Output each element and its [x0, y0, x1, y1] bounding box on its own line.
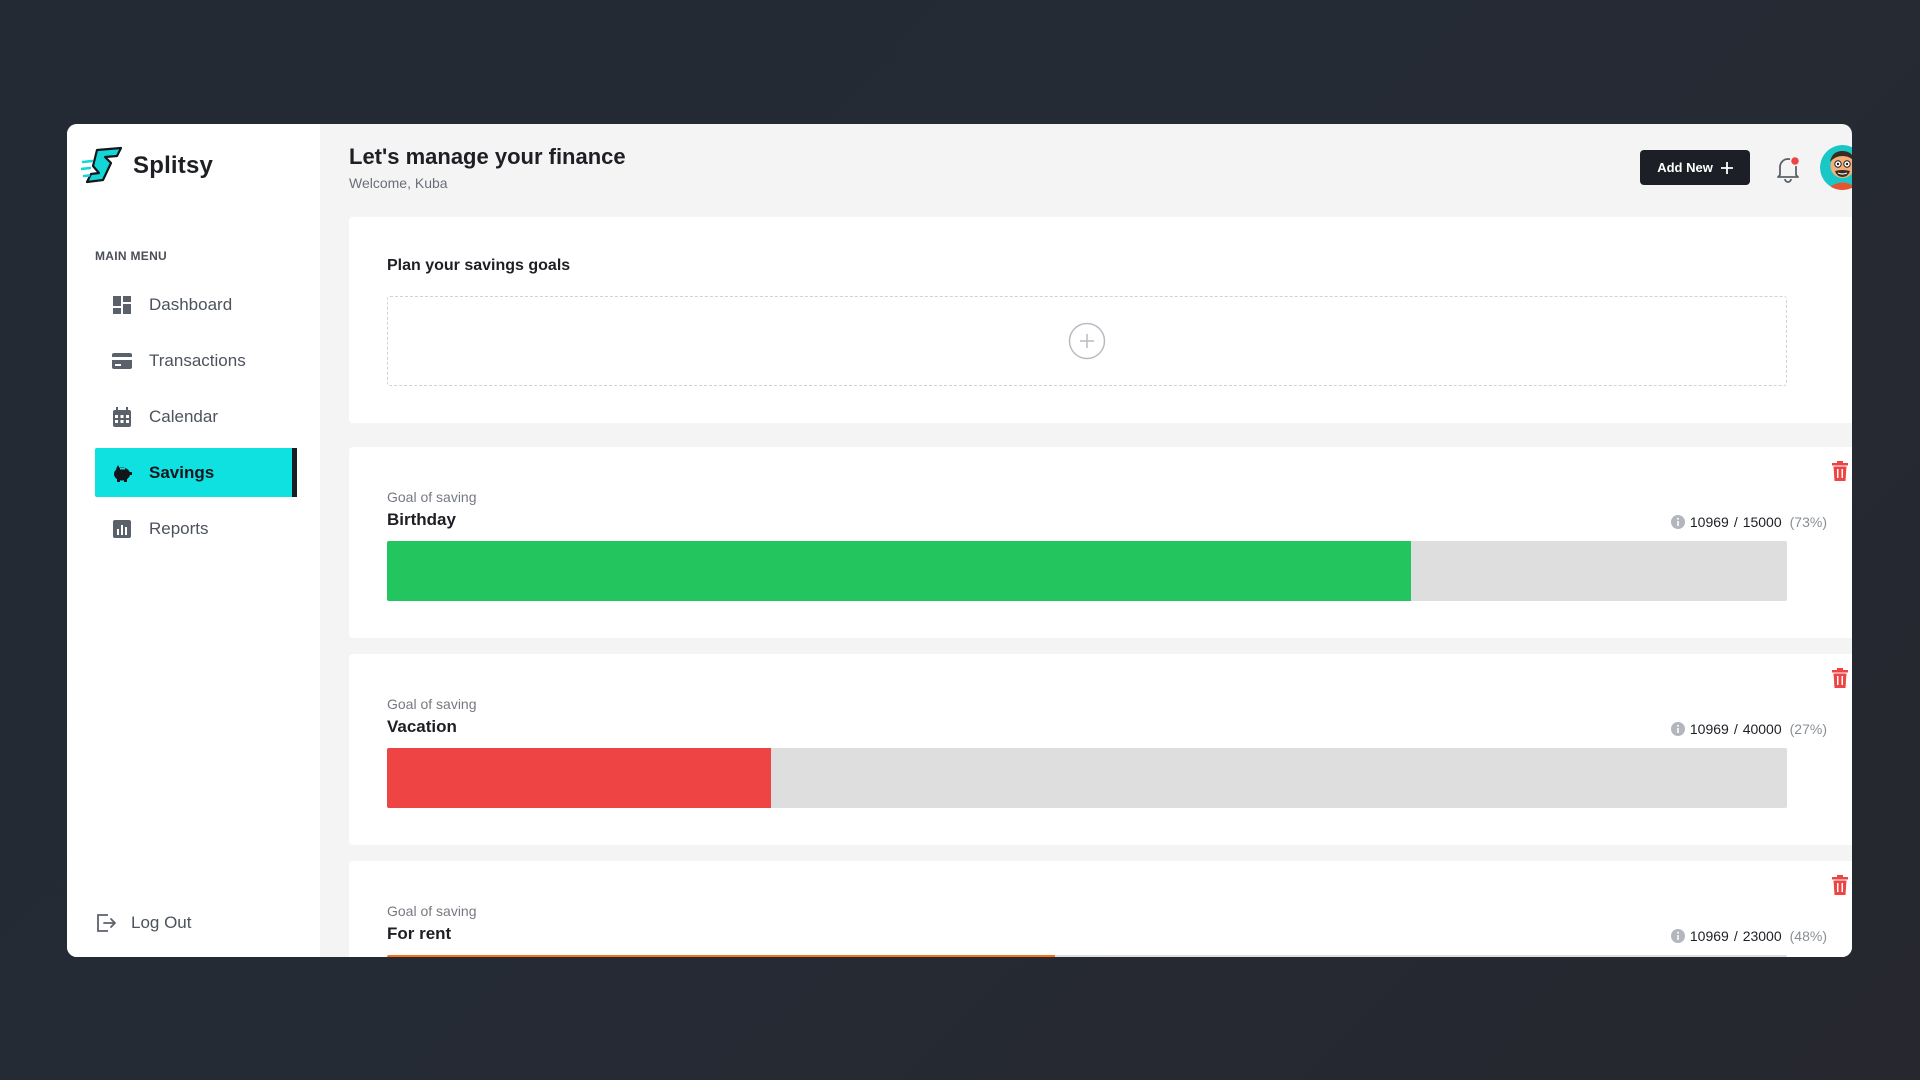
- goal-target: 15000: [1742, 514, 1782, 530]
- plan-title: Plan your savings goals: [387, 257, 571, 274]
- goal-progress-bar: [387, 748, 1787, 808]
- calendar-icon: [112, 406, 132, 427]
- user-avatar-icon: [1820, 145, 1852, 190]
- brand-name: Splitsy: [133, 152, 214, 179]
- sidebar-item-label: Calendar: [149, 406, 218, 426]
- sidebar-item-label: Dashboard: [149, 294, 233, 314]
- info-icon: [1670, 929, 1685, 943]
- amount-separator: /: [1733, 928, 1738, 944]
- goal-card: Goal of saving Vacation 10969 / 40000 (2…: [349, 654, 1852, 845]
- goal-label: Goal of saving: [387, 489, 477, 505]
- add-circle-icon: [1068, 322, 1106, 360]
- goal-amount: 10969 / 40000 (27%): [1670, 721, 1827, 737]
- goal-progress-bar: [387, 955, 1787, 957]
- bar-chart-icon: [112, 519, 132, 539]
- bell-icon: [1777, 155, 1801, 183]
- goal-target: 40000: [1742, 721, 1782, 737]
- goal-progress-fill: [387, 748, 771, 808]
- credit-card-icon: [112, 351, 132, 371]
- add-new-label: Add New: [1657, 160, 1713, 175]
- main-menu-heading: MAIN MENU: [95, 249, 168, 263]
- welcome-text: Welcome, Kuba: [349, 175, 448, 191]
- page-title: Let's manage your finance: [349, 144, 626, 169]
- sidebar-item-calendar[interactable]: Calendar: [95, 392, 297, 441]
- delete-goal-icon[interactable]: [1831, 461, 1849, 481]
- sidebar-item-label: Transactions: [149, 350, 246, 370]
- plan-savings-card: Plan your savings goals: [349, 217, 1852, 423]
- sidebar-item-transactions[interactable]: Transactions: [95, 336, 297, 385]
- notification-dot: [1789, 155, 1801, 167]
- delete-goal-icon[interactable]: [1831, 875, 1849, 895]
- info-icon: [1670, 515, 1685, 529]
- logout-icon: [97, 914, 116, 932]
- info-icon: [1670, 722, 1685, 736]
- main-menu: Dashboard Transactions Calendar Savings: [95, 280, 297, 560]
- sidebar-item-savings[interactable]: Savings: [95, 448, 297, 497]
- goal-card: Goal of saving Birthday 10969 / 15000 (7…: [349, 447, 1852, 638]
- add-new-button[interactable]: Add New: [1640, 150, 1750, 185]
- goal-current: 10969: [1689, 721, 1729, 737]
- goal-amount: 10969 / 23000 (48%): [1670, 928, 1827, 944]
- amount-separator: /: [1733, 721, 1738, 737]
- dashboard-icon: [112, 295, 132, 315]
- delete-goal-icon[interactable]: [1831, 668, 1849, 688]
- plus-icon: [1720, 161, 1733, 174]
- goal-label: Goal of saving: [387, 903, 477, 919]
- goal-progress-bar: [387, 541, 1787, 601]
- amount-separator: /: [1733, 514, 1738, 530]
- goal-amount: 10969 / 15000 (73%): [1670, 514, 1827, 530]
- goal-percent: (48%): [1789, 928, 1827, 944]
- goal-target: 23000: [1742, 928, 1782, 944]
- logout-label: Log Out: [131, 913, 192, 932]
- main-content: Let's manage your finance Welcome, Kuba …: [320, 124, 1852, 957]
- piggy-bank-icon: [112, 463, 132, 483]
- goal-name: For rent: [387, 924, 452, 943]
- splitsy-logo-icon: [81, 146, 123, 184]
- brand[interactable]: Splitsy: [81, 144, 213, 188]
- app-window: Splitsy MAIN MENU Dashboard Transactions: [67, 124, 1852, 957]
- avatar[interactable]: [1820, 145, 1852, 190]
- sidebar-item-label: Savings: [149, 462, 215, 482]
- logout-button[interactable]: Log Out: [95, 912, 192, 934]
- sidebar: Splitsy MAIN MENU Dashboard Transactions: [67, 124, 320, 957]
- goal-name: Birthday: [387, 510, 456, 529]
- goal-percent: (27%): [1789, 721, 1827, 737]
- add-goal-area[interactable]: [387, 296, 1787, 386]
- goal-progress-fill: [387, 955, 1055, 957]
- goal-label: Goal of saving: [387, 696, 477, 712]
- notifications-button[interactable]: [1774, 154, 1802, 184]
- goal-card: Goal of saving For rent 10969 / 23000 (4…: [349, 861, 1852, 957]
- sidebar-item-reports[interactable]: Reports: [95, 504, 297, 553]
- goal-progress-fill: [387, 541, 1411, 601]
- goal-name: Vacation: [387, 717, 457, 736]
- sidebar-item-dashboard[interactable]: Dashboard: [95, 280, 297, 329]
- goal-current: 10969: [1689, 514, 1729, 530]
- sidebar-item-label: Reports: [149, 518, 209, 538]
- goal-percent: (73%): [1789, 514, 1827, 530]
- goal-current: 10969: [1689, 928, 1729, 944]
